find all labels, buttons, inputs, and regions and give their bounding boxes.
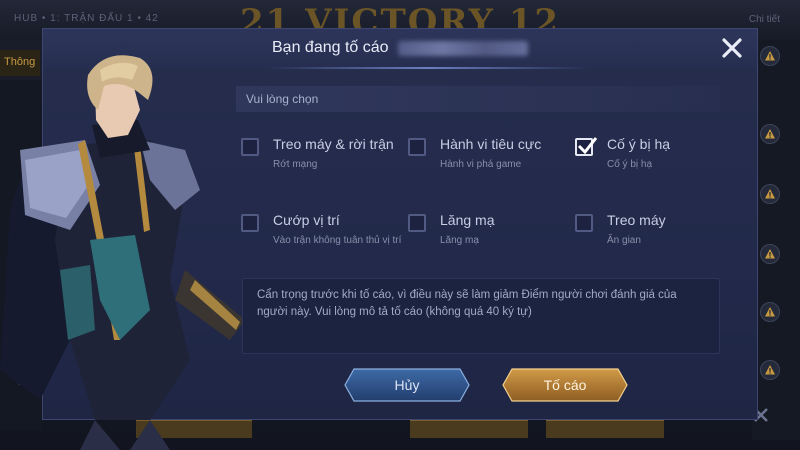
report-option-negative-behavior[interactable]: Hành vi tiêu cực Hành vi phá game <box>408 136 568 196</box>
option-label: Treo máy <box>607 212 666 228</box>
option-label: Treo máy & rời trận <box>273 136 394 152</box>
check-icon <box>577 137 598 155</box>
report-option-cheating[interactable]: Treo máy Ăn gian <box>575 212 735 272</box>
report-option-role-stealing[interactable]: Cướp vị trí Vào trận không tuân thủ vị t… <box>241 212 401 272</box>
checkbox[interactable] <box>241 138 259 156</box>
checkbox[interactable] <box>408 138 426 156</box>
checkbox[interactable] <box>575 214 593 232</box>
bottom-bar-slot <box>546 420 664 438</box>
dialog-title: Bạn đang tố cáo <box>272 39 389 56</box>
warning-icon[interactable] <box>760 124 780 144</box>
left-panel: 15 18 <box>0 80 42 430</box>
warning-icon[interactable] <box>760 360 780 380</box>
option-label: Cố ý bị hạ <box>607 136 671 152</box>
choose-prompt: Vui lòng chọn <box>246 92 319 106</box>
warning-icon[interactable] <box>760 244 780 264</box>
warning-icon[interactable] <box>760 302 780 322</box>
option-label: Hành vi tiêu cực <box>440 136 542 152</box>
option-sublabel: Vào trận không tuân thủ vị trí <box>273 235 402 246</box>
option-sublabel: Cố ý bị hạ <box>607 159 653 170</box>
checkbox[interactable] <box>241 214 259 232</box>
left-stat-number: 15 <box>18 320 31 332</box>
warning-icon[interactable] <box>760 184 780 204</box>
details-link[interactable]: Chi tiết <box>749 14 780 25</box>
reported-player-name-blurred <box>398 41 528 56</box>
header-divider <box>268 67 588 69</box>
left-tab[interactable]: Thông <box>0 50 40 76</box>
close-icon <box>722 38 742 58</box>
close-button[interactable] <box>719 35 745 61</box>
report-label: Tố cáo <box>543 377 587 393</box>
checkbox[interactable] <box>575 137 598 156</box>
cancel-button[interactable]: Hủy <box>344 368 470 402</box>
checkbox[interactable] <box>408 214 426 232</box>
report-option-afk-leave[interactable]: Treo máy & rời trận Rớt mạng <box>241 136 401 196</box>
bottom-bar-slot <box>136 420 252 438</box>
report-button[interactable]: Tố cáo <box>502 368 628 402</box>
top-left-info: HUB • 1: TRẬN ĐẤU 1 • 42 <box>14 13 159 24</box>
right-panel <box>752 40 800 440</box>
warning-icon[interactable] <box>760 46 780 66</box>
report-description-input[interactable]: Cẩn trọng trước khi tố cáo, vì điều này … <box>242 278 720 354</box>
option-sublabel: Ăn gian <box>607 235 641 246</box>
option-sublabel: Hành vi phá game <box>440 159 522 170</box>
option-label: Cướp vị trí <box>273 212 340 228</box>
left-stat-number: 18 <box>18 376 31 388</box>
cancel-label: Hủy <box>394 377 420 393</box>
report-option-verbal-abuse[interactable]: Lăng mạ Lăng mạ <box>408 212 568 272</box>
option-sublabel: Lăng mạ <box>440 235 479 246</box>
bottom-bar-slot <box>410 420 528 438</box>
report-option-intentional-feeding[interactable]: Cố ý bị hạ Cố ý bị hạ <box>575 136 735 196</box>
option-sublabel: Rớt mạng <box>273 159 318 170</box>
option-label: Lăng mạ <box>440 212 495 228</box>
